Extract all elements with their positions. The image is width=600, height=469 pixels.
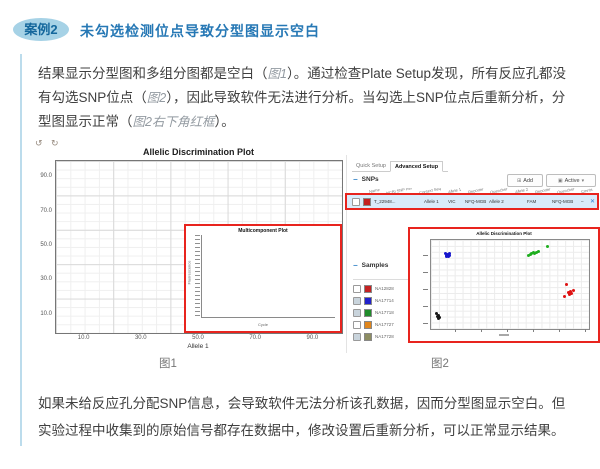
fig2-caption: 图2 [390,355,490,371]
sample-checkbox[interactable] [353,309,361,317]
data-point [546,245,549,248]
snps-section-header: − SNPs [353,176,379,183]
snp-allele2: Allele 2 [489,199,504,204]
figure-reference: 图1 [268,67,287,81]
add-button[interactable]: ⊞ Add [507,174,543,187]
allelic-plot-red-frame: Allelic Discrimination Plot [408,227,600,343]
sample-color-swatch [364,285,372,293]
fig1-x-axis-label: Allele 1 [55,343,341,350]
sample-color-swatch [364,297,372,305]
fig1-plot-title: Allelic Discrimination Plot [55,147,342,157]
snps-section-label: SNPs [362,176,379,183]
fig2-plot-points [430,239,590,330]
sample-name: NA17718 [375,310,394,315]
sample-color-swatch [364,321,372,329]
sample-name: NA17727 [375,322,394,327]
sample-color-swatch [364,309,372,317]
allelic-plot-x-ticks [430,329,588,332]
data-point [447,255,450,258]
paragraph-text: ）。 [214,114,234,129]
sample-row[interactable]: NA12828 [353,284,415,295]
sample-checkbox[interactable] [353,297,361,305]
active-dropdown[interactable]: ▣ Active ▾ [546,174,596,187]
snp-reporter1: VIC [448,199,456,204]
sample-color-swatch [364,333,372,341]
sample-checkbox[interactable] [353,285,361,293]
data-point [437,317,440,320]
tab-advanced-setup[interactable]: Advanced Setup [390,161,443,172]
add-icon: ⊞ [517,178,521,184]
allelic-plot-y-ticks [423,239,428,328]
collapse-icon[interactable]: − [353,177,358,183]
figure-reference: 图2右下角红框 [133,115,215,129]
fig1-x-tick-label: 70.0 [246,335,264,341]
snp-quencher2: NFQ-MGB [552,199,573,204]
page-title: 未勾选检测位点导致分型图显示空白 [80,21,320,41]
data-point [529,253,532,256]
allelic-plot-x-label [499,334,509,336]
snp-table-row-highlighted[interactable]: T_22948... Allele 1 VIC NFQ-MGB Allele 2… [345,193,599,210]
data-point [563,295,566,298]
sample-row[interactable]: NA17718 [353,308,415,319]
multicomponent-plot-area [201,235,335,318]
snp-reporter2: FAM [527,199,536,204]
active-icon: ▣ [558,178,563,184]
samples-section-header: − Samples [353,262,388,269]
plate-setup-panel: Quick Setup Advanced Setup − SNPs ⊞ Add … [346,155,599,353]
data-point [537,250,540,253]
samples-filter-line [353,279,413,280]
fig1-x-tick-label: 30.0 [132,335,150,341]
fig1-y-tick-label: 90.0 [33,173,52,179]
multicomponent-y-axis-label: Fluorescence [187,260,192,284]
fig1-caption: 图1 [118,355,218,371]
fig1-x-tick-label: 10.0 [75,335,93,341]
snp-name: T_22948... [374,199,396,204]
sample-name: NA17728 [375,334,394,339]
sample-checkbox[interactable] [353,333,361,341]
fig1-y-tick-label: 30.0 [33,276,52,282]
data-point [565,283,568,286]
figure-reference: 图2 [147,91,166,105]
snp-comment: – [581,199,584,204]
multicomponent-inset-red-frame: Multicomponent Plot Fluorescence Cycle [184,224,342,333]
snp-allele1: Allele 1 [424,199,439,204]
fig1-y-tick-label: 70.0 [33,208,52,214]
case-badge: 案例2 [13,18,69,41]
fig1-y-tick-label: 50.0 [33,242,52,248]
data-point [533,252,536,255]
tab-quick-setup[interactable]: Quick Setup [352,161,390,171]
chevron-down-icon: ▾ [582,178,585,184]
fig1-x-tick-label: 50.0 [189,335,207,341]
allelic-plot-title: Allelic Discrimination Plot [410,231,598,236]
case-paragraph: 结果显示分型图和多组分图都是空白（图1）。通过检查Plate Setup发现，所… [38,62,566,134]
sample-row[interactable]: NA17728 [353,332,415,343]
multicomponent-y-ticks [195,235,200,318]
delete-icon[interactable]: ✕ [590,198,595,205]
paragraph-text: 结果显示分型图和多组分图都是空白（ [38,66,268,81]
snp-quencher1: NFQ-MGB [465,199,486,204]
sample-name: NA17714 [375,298,394,303]
sample-name: NA12828 [375,286,394,291]
samples-section-label: Samples [362,262,389,269]
multicomponent-title: Multicomponent Plot [186,228,340,234]
snp-color-swatch [363,198,371,206]
multicomponent-x-axis-label: Cycle [186,322,340,327]
sample-checkbox[interactable] [353,321,361,329]
sample-row[interactable]: NA17714 [353,296,415,307]
document-page: 案例2 未勾选检测位点导致分型图显示空白 结果显示分型图和多组分图都是空白（图1… [0,0,600,469]
left-accent-divider [20,54,22,446]
fig1-y-tick-label: 10.0 [33,311,52,317]
snp-row-checkbox[interactable] [352,198,360,206]
sample-row[interactable]: NA17727 [353,320,415,331]
setup-tabs: Quick Setup Advanced Setup [352,161,448,172]
data-point [568,293,571,296]
collapse-icon[interactable]: − [353,263,358,269]
fig1-x-tick-label: 90.0 [303,335,321,341]
conclusion-paragraph: 如果未给反应孔分配SNP信息，会导致软件无法分析该孔数据，因而分型图显示空白。但… [38,390,578,444]
